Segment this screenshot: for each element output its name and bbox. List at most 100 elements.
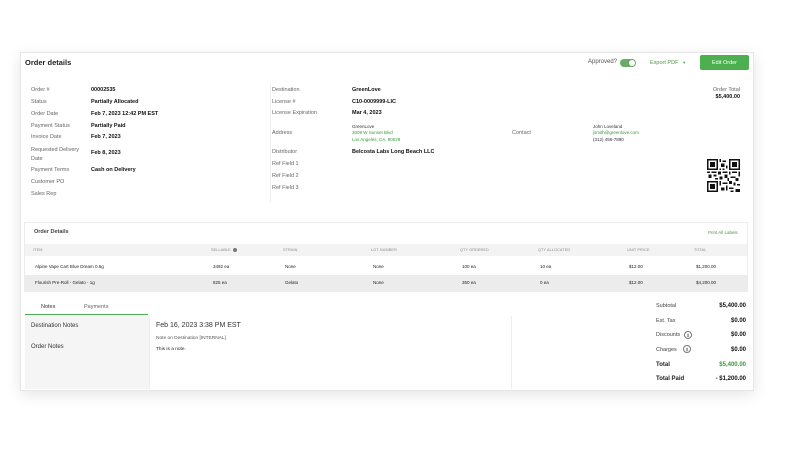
status-value: Partially Allocated (91, 99, 139, 105)
col-item[interactable]: ITEM (33, 248, 42, 252)
discounts-value: $0.00 (730, 332, 746, 338)
col-sellable[interactable]: SELLABLE (211, 248, 237, 252)
export-pdf-label: Export PDF (650, 60, 679, 66)
cell-qty-ordered: 350 ea (462, 280, 476, 285)
order-details-card: Order details Approved? Export PDF ▾ Edi… (20, 52, 754, 391)
order-notes-item[interactable]: Order Notes (31, 344, 64, 350)
cell-qty-allocated: 10 ea (540, 264, 552, 269)
contact-label: Contact (512, 130, 531, 136)
payment-terms-label: Payment Terms (31, 167, 70, 173)
contact-phone: (312) 456-7890 (593, 137, 624, 142)
charges-label: Charges (656, 347, 677, 353)
address-line2[interactable]: Los Angeles, CA, 90028 (352, 137, 400, 142)
ref-field-2-label: Ref Field 2 (272, 173, 299, 179)
charges-dollar-icon[interactable]: $ (683, 345, 691, 353)
distributor-label: Distributor (272, 149, 298, 155)
cell-lot-number: None (373, 264, 384, 269)
table-row[interactable]: Alpine Vape Cart Blue Dream 0.5g 3492 ea… (25, 259, 747, 275)
tab-notes[interactable]: Notes (41, 304, 55, 310)
col-qty-allocated[interactable]: QTY ALLOCATED (538, 248, 570, 252)
order-number-label: Order # (31, 87, 50, 93)
edit-order-button[interactable]: Edit Order (700, 55, 749, 70)
discounts-label: Discounts (656, 332, 681, 338)
column-divider (270, 83, 271, 203)
cell-item: Flourish Pre-Roll - Gelato - 1g (35, 280, 95, 285)
cell-qty-ordered: 100 ea (462, 264, 476, 269)
note-text: This is a note. (156, 347, 186, 352)
license-value: C10-0009999-LIC (352, 99, 397, 105)
page-title: Order details (25, 58, 72, 67)
cell-total: $1,200.00 (696, 264, 717, 269)
cell-sellable: 825 ea (213, 280, 227, 285)
customer-po-label: Customer PO (31, 179, 65, 185)
order-total-value: $5,400.00 (715, 94, 740, 100)
ref-field-3-label: Ref Field 3 (272, 185, 299, 191)
total-value: $5,400.00 (719, 362, 746, 368)
order-date-label: Order Date (31, 111, 59, 117)
discount-dollar-icon[interactable]: $ (684, 331, 692, 339)
invoice-date-value: Feb 7, 2023 (91, 134, 121, 140)
approved-toggle[interactable] (620, 59, 636, 67)
payment-status-value: Partially Paid (91, 123, 126, 129)
destination-label: Destination (272, 87, 300, 93)
sales-rep-label: Sales Rep (31, 191, 57, 197)
contact-email[interactable]: jsmith@greenlove.com (593, 130, 639, 135)
payment-terms-value: Cash on Delivery (91, 167, 136, 173)
cell-unit-price: $12.00 (629, 280, 643, 285)
col-unit-price[interactable]: UNIT PRICE (627, 248, 649, 252)
cell-item: Alpine Vape Cart Blue Dream 0.5g (35, 264, 104, 269)
print-all-labels-link[interactable]: Print All Labels (708, 230, 738, 235)
note-meta: Note on Destination [INTERNAL] (156, 336, 226, 341)
invoice-date-label: Invoice Date (31, 134, 62, 140)
total-label: Total (656, 362, 670, 368)
status-label: Status (31, 99, 47, 105)
qr-code-icon (707, 159, 740, 192)
contact-name: John Loveland (593, 124, 623, 129)
col-strain[interactable]: STRAIN (283, 248, 298, 252)
cell-lot-number: None (373, 280, 384, 285)
order-details-section: Order Details Print All Labels ITEM SELL… (24, 222, 748, 292)
requested-delivery-value: Feb 8, 2023 (91, 150, 121, 156)
destination-notes-item[interactable]: Destination Notes (31, 323, 78, 329)
est-tax-value: $0.00 (730, 318, 746, 324)
info-icon (232, 248, 237, 252)
address-line1[interactable]: 3009 W Sunset Blvd (352, 130, 393, 135)
approved-label: Approved? (588, 59, 618, 65)
license-expiration-label: License Expiration (272, 110, 317, 116)
total-paid-label: Total Paid (656, 376, 685, 382)
cell-total: $4,200.00 (696, 280, 717, 285)
address-name: GreenLove (352, 124, 375, 129)
export-pdf-button[interactable]: Export PDF ▾ (650, 60, 685, 66)
col-qty-ordered[interactable]: QTY ORDERED (460, 248, 489, 252)
table-row[interactable]: Flourish Pre-Roll - Gelato - 1g 825 ea G… (25, 275, 747, 291)
cell-sellable: 3492 ea (213, 264, 230, 269)
license-label: License # (272, 99, 296, 105)
col-sellable-label: SELLABLE (211, 248, 231, 252)
tab-payments[interactable]: Payments (84, 304, 108, 310)
col-lot-number[interactable]: LOT NUMBER (371, 248, 397, 252)
total-paid-value: - $1,200.00 (715, 376, 746, 382)
tab-underline (25, 314, 148, 315)
charges-value: $0.00 (730, 347, 746, 353)
destination-value: GreenLove (352, 87, 381, 93)
order-date-value: Feb 7, 2023 12:42 PM EST (91, 111, 159, 117)
order-total-label: Order Total (712, 87, 740, 93)
cell-strain: Gelato (285, 280, 299, 285)
est-tax-label: Est. Tax (656, 318, 676, 324)
subtotal-label: Subtotal (656, 303, 677, 309)
order-number-value: 00002535 (91, 87, 116, 93)
col-total[interactable]: TOTAL (694, 248, 706, 252)
address-label: Address (272, 130, 293, 136)
table-header: ITEM SELLABLE STRAIN LOT NUMBER QTY ORDE… (25, 244, 747, 256)
cell-unit-price: $12.00 (629, 264, 643, 269)
order-details-title: Order Details (34, 229, 69, 235)
license-expiration-value: Mar 4, 2023 (352, 110, 382, 116)
chevron-down-icon: ▾ (682, 60, 686, 65)
note-date: Feb 16, 2023 3:38 PM EST (156, 322, 241, 329)
notes-sidebar: Destination Notes Order Notes (25, 316, 149, 389)
subtotal-value: $5,400.00 (719, 303, 746, 309)
requested-delivery-label: Requested Delivery Date (31, 147, 79, 162)
cell-strain: None (285, 264, 296, 269)
payment-status-label: Payment Status (31, 123, 70, 129)
cell-qty-allocated: 0 ea (540, 280, 549, 285)
